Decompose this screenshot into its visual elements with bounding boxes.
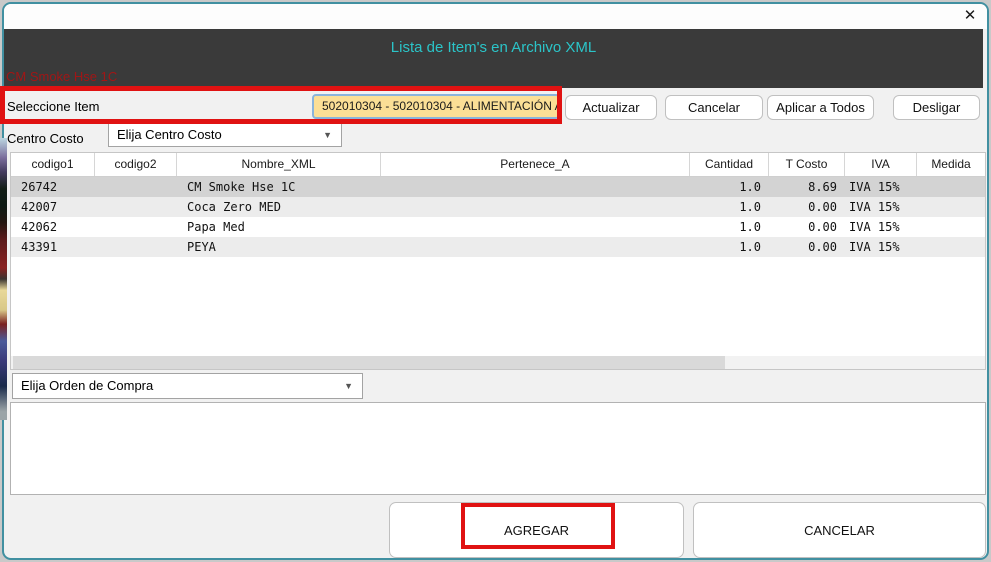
grid-column-header[interactable]: codigo1	[11, 153, 95, 176]
grid-header-row: codigo1codigo2Nombre_XMLPertenece_ACanti…	[11, 153, 985, 177]
grid-cell: 1.0	[690, 197, 769, 217]
grid-column-header[interactable]: T Costo	[769, 153, 845, 176]
grid-cell: 42007	[11, 197, 95, 217]
grid-cell: PEYA	[177, 237, 381, 257]
grid-cell: 42062	[11, 217, 95, 237]
grid-cell: Papa Med	[177, 217, 381, 237]
screen: ✕ Lista de Item's en Archivo XML CM Smok…	[0, 0, 991, 562]
grid-cell	[381, 237, 690, 257]
grid-cell	[95, 237, 177, 257]
grid-cell: IVA 15%	[845, 217, 917, 237]
grid-cell: CM Smoke Hse 1C	[177, 177, 381, 197]
grid-cell	[95, 197, 177, 217]
grid-column-header[interactable]: IVA	[845, 153, 917, 176]
grid-cell: 1.0	[690, 217, 769, 237]
aplicar-a-todos-button[interactable]: Aplicar a Todos	[767, 95, 874, 120]
centro-costo-label: Centro Costo	[7, 131, 84, 146]
chevron-down-icon: ▼	[323, 124, 332, 147]
agregar-button[interactable]: AGREGAR	[389, 502, 684, 558]
centro-costo-dropdown[interactable]: Elija Centro Costo ▼	[108, 122, 342, 147]
grid-cell	[95, 217, 177, 237]
grid-column-header[interactable]: Nombre_XML	[177, 153, 381, 176]
table-row[interactable]: 26742 CM Smoke Hse 1C 1.08.69IVA 15%	[11, 177, 985, 197]
desligar-button[interactable]: Desligar	[893, 95, 980, 120]
grid-column-header[interactable]: Cantidad	[690, 153, 769, 176]
dialog-titlebar: ✕	[4, 4, 987, 29]
table-row[interactable]: 42062 Papa Med 1.00.00IVA 15%	[11, 217, 985, 237]
grid-cell	[917, 197, 985, 217]
grid-column-header[interactable]: Medida	[917, 153, 985, 176]
background-window-edge	[0, 138, 7, 420]
cancelar-button[interactable]: Cancelar	[665, 95, 763, 120]
items-grid: codigo1codigo2Nombre_XMLPertenece_ACanti…	[10, 152, 986, 370]
centro-costo-value: Elija Centro Costo	[117, 127, 222, 142]
table-row[interactable]: 42007 Coca Zero MED 1.00.00IVA 15%	[11, 197, 985, 217]
grid-cell: IVA 15%	[845, 237, 917, 257]
grid-cell: 0.00	[769, 217, 845, 237]
grid-column-header[interactable]: codigo2	[95, 153, 177, 176]
scrollbar-thumb[interactable]	[13, 356, 725, 369]
orden-compra-value: Elija Orden de Compra	[21, 378, 153, 393]
grid-cell: 0.00	[769, 237, 845, 257]
grid-cell	[381, 197, 690, 217]
grid-cell: Coca Zero MED	[177, 197, 381, 217]
current-item-label: CM Smoke Hse 1C	[6, 69, 117, 84]
grid-cell: 1.0	[690, 177, 769, 197]
grid-cell: 26742	[11, 177, 95, 197]
orden-compra-dropdown[interactable]: Elija Orden de Compra ▼	[12, 373, 363, 399]
item-combo[interactable]: 502010304 - 502010304 - ALIMENTACIÓN A E…	[312, 94, 560, 119]
horizontal-scrollbar[interactable]	[11, 356, 985, 369]
dialog-header-panel: Lista de Item's en Archivo XML CM Smoke …	[4, 29, 983, 88]
grid-body: 26742CM Smoke Hse 1C1.08.69IVA 15%42007C…	[11, 177, 985, 257]
grid-cell: 0.00	[769, 197, 845, 217]
grid-cell	[917, 217, 985, 237]
grid-cell: IVA 15%	[845, 197, 917, 217]
cancelar-footer-button[interactable]: CANCELAR	[693, 502, 986, 558]
grid-cell	[917, 177, 985, 197]
grid-cell: 43391	[11, 237, 95, 257]
grid-column-header[interactable]: Pertenece_A	[381, 153, 690, 176]
dialog-title: Lista de Item's en Archivo XML	[4, 29, 983, 56]
table-row[interactable]: 43391 PEYA 1.00.00IVA 15%	[11, 237, 985, 257]
grid-cell: 1.0	[690, 237, 769, 257]
notes-textarea[interactable]	[10, 402, 986, 495]
grid-cell	[917, 237, 985, 257]
xml-items-dialog: ✕ Lista de Item's en Archivo XML CM Smok…	[2, 2, 989, 560]
close-icon[interactable]: ✕	[960, 6, 980, 26]
actualizar-button[interactable]: Actualizar	[565, 95, 657, 120]
grid-cell	[381, 177, 690, 197]
grid-cell	[381, 217, 690, 237]
grid-cell: IVA 15%	[845, 177, 917, 197]
seleccione-item-label: Seleccione Item	[7, 99, 100, 114]
grid-cell	[95, 177, 177, 197]
grid-cell: 8.69	[769, 177, 845, 197]
chevron-down-icon: ▼	[344, 375, 353, 398]
